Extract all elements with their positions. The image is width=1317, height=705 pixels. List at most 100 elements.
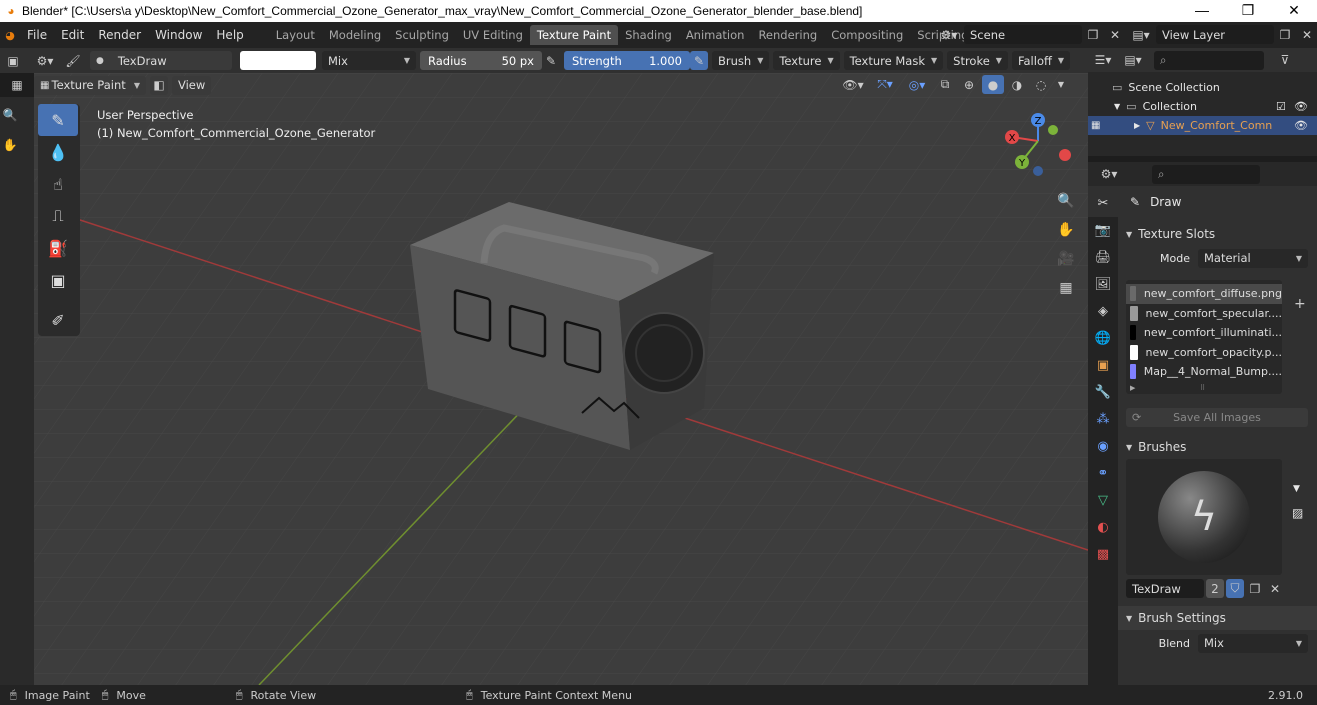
tool-settings-icon[interactable]: ⚙▾ [30,51,60,70]
duplicate-brush-icon[interactable]: ❐ [1246,579,1264,598]
modifier-tab-icon[interactable]: 🔧 [1088,379,1118,406]
texture-menu[interactable]: Texture ▼ [773,51,840,70]
brush-color-swatch[interactable] [240,51,316,70]
pan-view-icon[interactable]: ✋ [1054,218,1078,242]
3d-viewport[interactable]: User Perspective (1) New_Comfort_Commerc… [34,73,1088,685]
visibility-icon[interactable]: 👁▾ [838,75,868,94]
mask-tool-icon[interactable]: ▣ [38,264,78,296]
gizmo-toggle-icon[interactable]: ⤧▾ [870,75,900,94]
fake-user-shield-icon[interactable]: ⛉ [1226,579,1244,598]
stroke-menu[interactable]: Stroke ▼ [947,51,1008,70]
radius-slider[interactable]: Radius 50 px [420,51,542,70]
filter-icon[interactable]: ⊽ [1274,51,1296,70]
texture-slot-item[interactable]: new_comfort_opacity.p... [1126,343,1282,363]
collection-row[interactable]: ▼ ▭ Collection ☑ 👁 [1088,97,1317,116]
fill-tool-icon[interactable]: ⛽ [38,232,78,264]
minimize-button[interactable]: — [1179,0,1225,22]
new-scene-icon[interactable]: ❐ [1082,25,1104,44]
workspace-tab-animation[interactable]: Animation [679,25,752,45]
perspective-toggle-icon[interactable]: ▦ [1054,276,1078,300]
expand-list-icon[interactable]: ▶ [1130,384,1135,392]
zoom-region-icon[interactable]: 🔍 [0,105,20,124]
scene-field[interactable]: Scene [964,25,1082,44]
scene-selector-icon[interactable]: ⚙▾ [934,25,964,44]
expand-icon[interactable]: ▼ [1114,102,1120,111]
workspace-tab-texture-paint[interactable]: Texture Paint [529,25,619,45]
outliner-editor-icon[interactable]: ☰▾ [1088,51,1118,70]
eye-icon[interactable]: 👁 [1294,100,1308,113]
brush-settings-header[interactable]: ▼ Brush Settings [1118,606,1317,630]
texture-tab-icon[interactable]: ▩ [1088,541,1118,568]
ozone-generator-model[interactable] [34,73,1088,685]
chevron-down-icon[interactable]: ▼ [1054,75,1068,94]
view-layer-selector-icon[interactable]: ▤▾ [1126,25,1156,44]
menu-file[interactable]: File [20,28,54,42]
material-tab-icon[interactable]: ◐ [1088,514,1118,541]
brush-selector[interactable]: ● TexDraw [90,51,232,70]
navigation-gizmo[interactable]: Z X Y [1000,111,1080,181]
camera-view-icon[interactable]: 🎥 [1054,247,1078,271]
menu-render[interactable]: Render [91,28,148,42]
paint-mask-icon[interactable]: ◧ [150,75,168,95]
brushes-header[interactable]: ▼ Brushes [1118,435,1317,459]
unlink-brush-icon[interactable]: ✕ [1266,579,1284,598]
menu-help[interactable]: Help [209,28,250,42]
delete-view-layer-icon[interactable]: ✕ [1296,25,1317,44]
maximize-button[interactable]: ❐ [1225,0,1271,22]
brush-name-field[interactable]: TexDraw [1126,579,1204,598]
eye-icon[interactable]: 👁 [1294,119,1308,132]
overlay-toggle-icon[interactable]: ◎▾ [902,75,932,94]
texture-slot-item[interactable]: new_comfort_specular.... [1126,304,1282,324]
constraints-tab-icon[interactable]: ⚭ [1088,460,1118,487]
solid-shading-icon[interactable]: ● [982,75,1004,94]
xray-toggle-icon[interactable]: ⧉ [934,75,956,94]
scene-collection-row[interactable]: ▭ Scene Collection [1088,78,1317,97]
hand-icon[interactable]: ✋ [0,135,20,154]
output-tab-icon[interactable]: 🖨 [1088,244,1118,271]
brush-blend-dropdown[interactable]: Mix ▼ [1198,633,1308,653]
data-tab-icon[interactable]: ▽ [1088,487,1118,514]
rendered-shading-icon[interactable]: ◌ [1030,75,1052,94]
workspace-tab-layout[interactable]: Layout [269,25,322,45]
editor-type-icon[interactable]: ▣ [6,51,20,70]
workspace-tab-modeling[interactable]: Modeling [322,25,388,45]
strength-slider[interactable]: Strength 1.000 [564,51,690,70]
properties-search[interactable]: ⌕ [1152,164,1260,184]
texture-slot-item[interactable]: new_comfort_diffuse.png [1126,284,1282,304]
texture-slot-mode-dropdown[interactable]: Material ▼ [1198,248,1308,268]
render-tab-icon[interactable]: 📷 [1088,217,1118,244]
expand-icon[interactable]: ▶ [1134,121,1140,130]
clone-tool-icon[interactable]: ⎍ [38,200,78,232]
display-mode-icon[interactable]: ▤▾ [1118,51,1148,70]
add-slot-button[interactable]: + [1294,296,1306,312]
radius-pressure-icon[interactable]: ✎ [542,51,560,70]
brush-dropdown-icon[interactable]: ▼ [1293,484,1300,494]
outliner-search[interactable]: ⌕ [1154,50,1264,70]
checkbox-icon[interactable]: ☑ [1276,100,1286,113]
texture-slots-header[interactable]: ▼ Texture Slots [1118,222,1317,246]
soften-tool-icon[interactable]: 💧 [38,136,78,168]
scene-tab-icon[interactable]: ◈ [1088,298,1118,325]
draw-tool-icon[interactable]: ✎ [38,104,78,136]
menu-edit[interactable]: Edit [54,28,91,42]
particles-tab-icon[interactable]: ⁂ [1088,406,1118,433]
workspace-tab-shading[interactable]: Shading [618,25,679,45]
close-button[interactable]: ✕ [1271,0,1317,22]
resize-handle-icon[interactable]: ⠿ [1200,384,1205,392]
view-layer-tab-icon[interactable]: 🖼 [1088,271,1118,298]
blend-mode-dropdown[interactable]: Mix ▼ [322,51,416,70]
physics-tab-icon[interactable]: ◉ [1088,433,1118,460]
falloff-menu[interactable]: Falloff ▼ [1011,51,1071,70]
workspace-tab-rendering[interactable]: Rendering [751,25,824,45]
blender-menu-icon[interactable]: ◕ [0,29,20,42]
new-view-layer-icon[interactable]: ❐ [1274,25,1296,44]
mode-dropdown[interactable]: ▦ Texture Paint ▼ [34,75,146,95]
delete-scene-icon[interactable]: ✕ [1104,25,1126,44]
texture-slot-item[interactable]: new_comfort_illuminati... [1126,323,1282,343]
texture-slot-item[interactable]: Map__4_Normal_Bump.... [1126,362,1282,382]
view-menu[interactable]: View [172,75,212,95]
brush-preview[interactable]: ϟ [1126,459,1282,575]
world-tab-icon[interactable]: 🌐 [1088,325,1118,352]
view-layer-field[interactable]: View Layer [1156,25,1274,44]
material-shading-icon[interactable]: ◑ [1006,75,1028,94]
